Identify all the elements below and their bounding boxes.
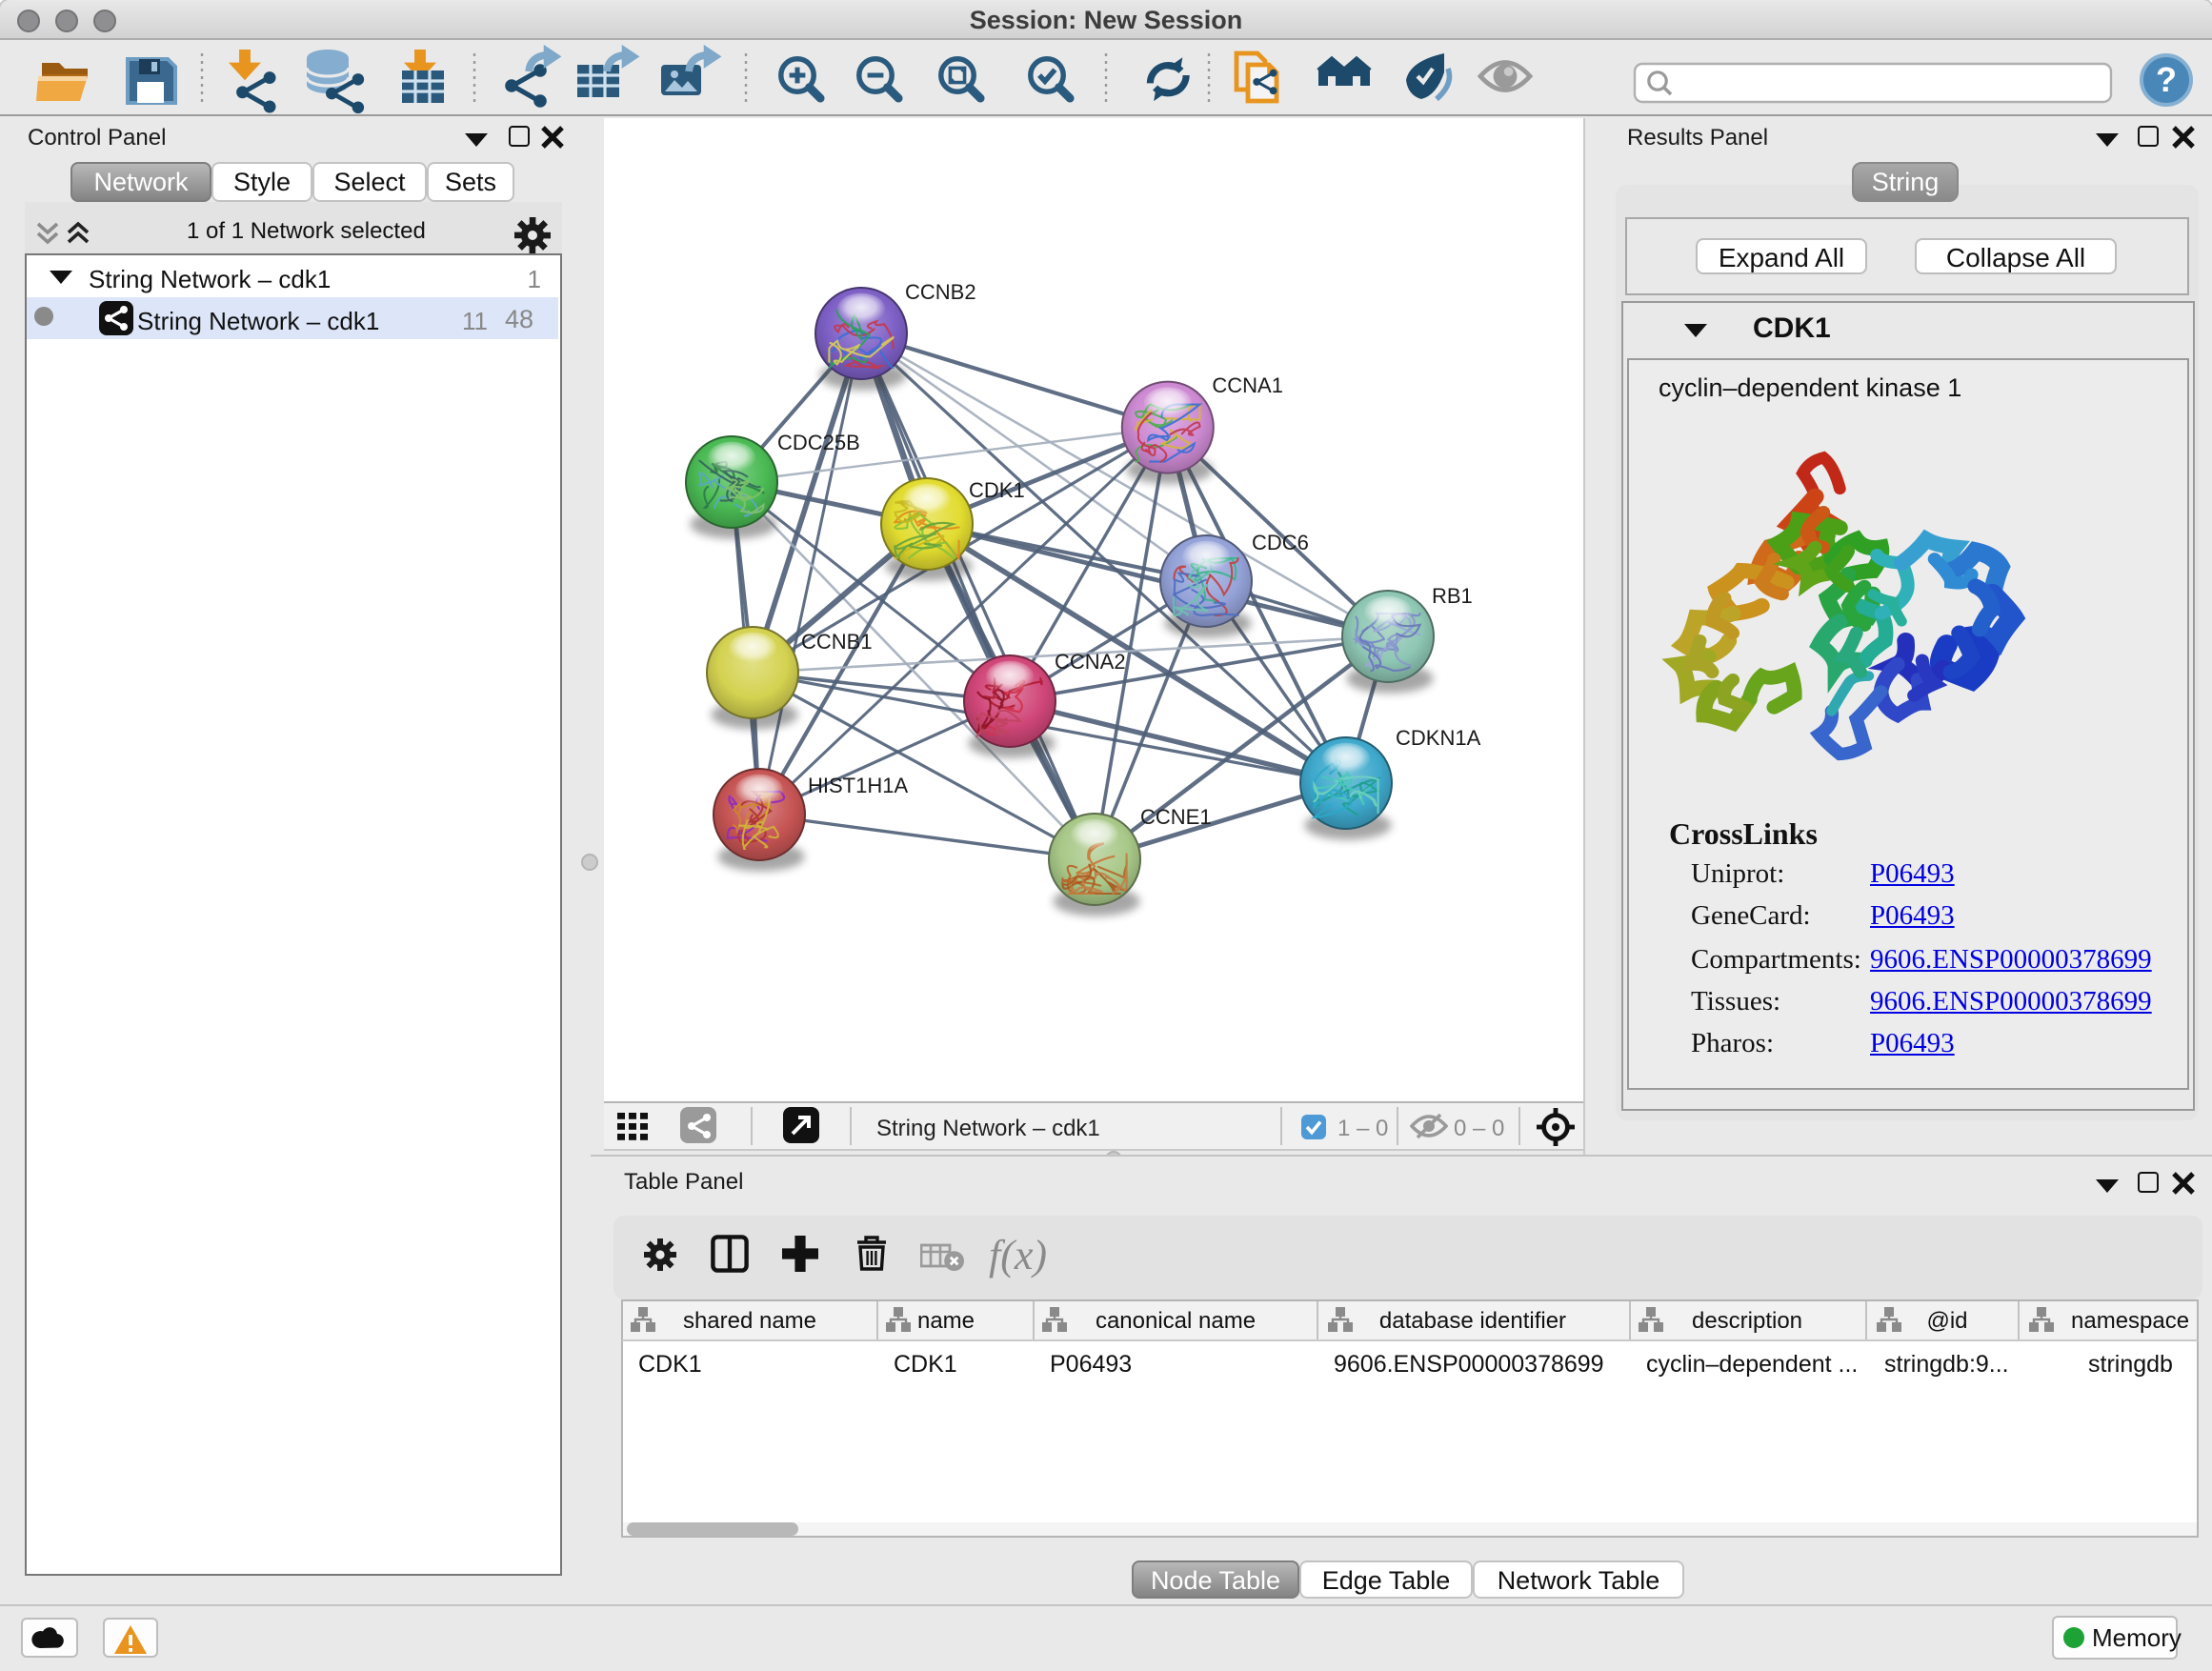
svg-text:HIST1H1A: HIST1H1A bbox=[807, 774, 907, 797]
svg-text:CCNB2: CCNB2 bbox=[904, 280, 975, 304]
svg-text:CDC25B: CDC25B bbox=[776, 431, 859, 454]
svg-text:CDC6: CDC6 bbox=[1251, 531, 1308, 554]
svg-text:CDKN1A: CDKN1A bbox=[1395, 726, 1480, 750]
svg-text:CCNA2: CCNA2 bbox=[1054, 650, 1125, 674]
svg-text:CCNE1: CCNE1 bbox=[1139, 805, 1211, 829]
svg-text:RB1: RB1 bbox=[1431, 584, 1472, 608]
svg-text:?: ? bbox=[2156, 60, 2177, 99]
svg-text:CCNA1: CCNA1 bbox=[1211, 373, 1282, 397]
svg-text:CCNB1: CCNB1 bbox=[800, 630, 872, 654]
svg-text:CDK1: CDK1 bbox=[968, 478, 1024, 502]
